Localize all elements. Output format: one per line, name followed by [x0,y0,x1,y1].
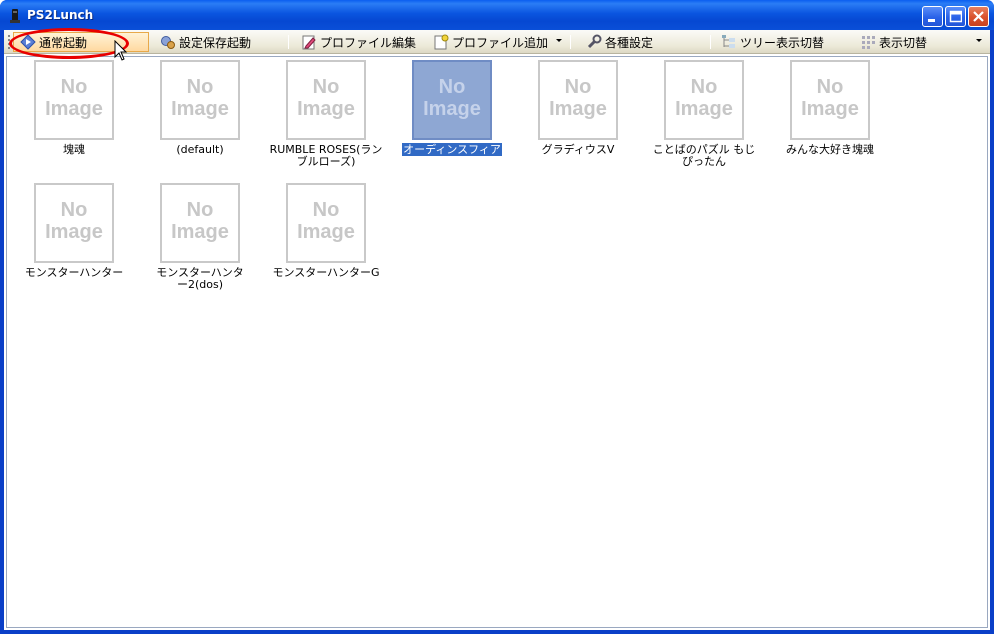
no-image-thumbnail: No Image [34,60,114,140]
save-settings-launch-label: 設定保存起動 [179,35,252,50]
settings-button[interactable]: 各種設定 [586,32,653,52]
tree-icon [722,35,735,48]
no-image-thumbnail: No Image [412,60,492,140]
maximize-icon [949,10,962,23]
toolbar-separator [288,35,289,49]
no-image-thumbnail: No Image [160,60,240,140]
edit-profile-label: プロファイル編集 [320,35,417,50]
app-icon [10,9,20,23]
profile-icon-view[interactable]: No Image 塊魂 No Image (default) No Image RUM… [6,56,988,628]
no-image-thumbnail: No Image [790,60,870,140]
toolbar: 通常起動 設定保存起動 プロファイル編集 プロファイル追加 各種設定 ツリー表示… [4,30,990,54]
minimize-button[interactable] [922,6,943,27]
wrench-icon [587,34,602,49]
close-icon [973,11,984,22]
profile-name: グラディウスV [541,143,615,156]
edit-profile-icon [302,35,316,50]
toolbar-overflow-chevron-icon[interactable] [976,39,982,42]
profile-name: モンスターハンターG [272,266,380,279]
mouse-cursor-icon [114,40,128,61]
title-bar[interactable]: PS2Lunch [0,0,994,30]
minimize-icon [928,19,935,22]
profile-name: (default) [176,143,224,156]
client-area: 通常起動 設定保存起動 プロファイル編集 プロファイル追加 各種設定 ツリー表示… [4,30,990,630]
no-image-thumbnail: No Image [664,60,744,140]
add-profile-button[interactable]: プロファイル追加 [433,32,548,52]
no-image-thumbnail: No Image [286,183,366,263]
add-profile-dropdown-arrow-icon[interactable] [556,39,562,42]
app-window: PS2Lunch 通常起動 設定保存起動 プロファイル編集 プロファイル追加 各… [0,0,994,634]
edit-profile-button[interactable]: プロファイル編集 [301,32,416,52]
tree-view-toggle-label: ツリー表示切替 [740,35,825,50]
save-settings-launch-button[interactable]: 設定保存起動 [160,32,251,52]
display-toggle-label: 表示切替 [879,35,928,50]
toolbar-separator [710,35,711,49]
profile-name: ことばのパズル もじぴったん [652,143,756,168]
toolbar-grip-icon[interactable] [7,34,11,50]
profile-name: モンスターハンター [24,266,124,279]
no-image-thumbnail: No Image [160,183,240,263]
close-button[interactable] [968,6,989,27]
maximize-button[interactable] [945,6,966,27]
profile-name: みんな大好き塊魂 [786,143,874,156]
window-title: PS2Lunch [27,8,94,22]
profile-name: モンスターハンター2(dos) [156,266,244,291]
add-profile-label: プロファイル追加 [452,35,549,50]
profile-name: オーディンスフィア [402,143,502,156]
tree-view-toggle-button[interactable]: ツリー表示切替 [721,32,824,52]
profile-name: RUMBLE ROSES(ランブルローズ) [269,143,383,168]
save-launch-icon [161,36,175,49]
profile-name: 塊魂 [63,143,85,156]
add-profile-icon [434,34,449,50]
view-icon [862,36,875,49]
settings-label: 各種設定 [605,35,654,50]
launch-icon [20,34,36,50]
normal-launch-button[interactable]: 通常起動 [13,32,149,52]
normal-launch-label: 通常起動 [39,35,88,50]
no-image-thumbnail: No Image [34,183,114,263]
no-image-thumbnail: No Image [538,60,618,140]
display-toggle-button[interactable]: 表示切替 [860,32,927,52]
toolbar-separator [570,35,571,49]
no-image-thumbnail: No Image [286,60,366,140]
